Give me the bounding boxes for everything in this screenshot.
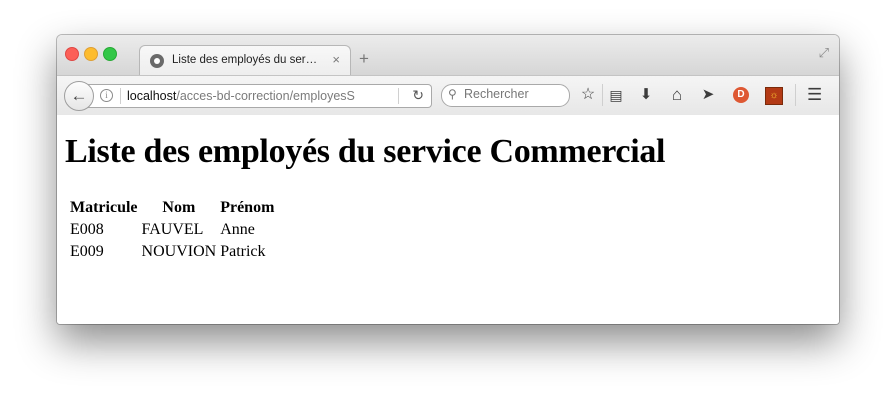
url-dropdown-separator (398, 88, 399, 104)
url-path: /acces-bd-correction/employesS (176, 89, 355, 103)
search-box[interactable]: ⚲ (441, 84, 570, 107)
toolbar-separator (795, 84, 796, 106)
back-button[interactable]: ← (64, 81, 94, 111)
duckduckgo-icon[interactable]: D (733, 87, 749, 103)
window-minimize-button[interactable] (84, 47, 98, 61)
reading-list-icon[interactable]: ▤ (605, 85, 627, 105)
reload-icon[interactable]: ↻ (412, 87, 424, 104)
window-zoom-button[interactable] (103, 47, 117, 61)
navigation-toolbar: i localhost/acces-bd-correction/employes… (57, 75, 839, 116)
url-host: localhost (127, 89, 177, 103)
title-bar: Liste des employés du ser… × + ⤢ (57, 35, 839, 77)
url-separator (120, 88, 121, 104)
column-header-nom: Nom (162, 199, 196, 216)
toolbar-separator (602, 84, 603, 106)
url-text[interactable]: localhost/acces-bd-correction/employesS (127, 89, 367, 103)
table-row: E009 NOUVION Patrick (69, 242, 275, 262)
tab-active[interactable]: Liste des employés du ser… × (139, 45, 351, 77)
cell-prenom: Patrick (220, 243, 266, 260)
browser-window: Liste des employés du ser… × + ⤢ i local… (57, 35, 839, 324)
extension-icon[interactable]: ☼ (765, 87, 783, 105)
url-bar[interactable]: i localhost/acces-bd-correction/employes… (83, 84, 432, 108)
tab-title: Liste des employés du ser… (172, 54, 318, 66)
fullscreen-icon[interactable]: ⤢ (819, 45, 829, 61)
send-icon[interactable]: ➤ (697, 85, 719, 105)
page-title: Liste des employés du service Commercial (65, 133, 666, 170)
tab-close-icon[interactable]: × (332, 52, 340, 67)
cell-matricule: E008 (70, 221, 104, 238)
cell-matricule: E009 (70, 243, 104, 260)
menu-icon[interactable]: ☰ (807, 85, 822, 105)
cell-nom: FAUVEL (141, 221, 204, 238)
column-header-prenom: Prénom (220, 199, 275, 216)
back-arrow-icon: ← (70, 86, 88, 105)
bookmark-star-icon[interactable]: ☆ (577, 85, 599, 105)
table-header-row: Matricule Nom Prénom (69, 198, 275, 218)
page-favicon-icon (150, 54, 164, 68)
column-header-matricule: Matricule (70, 199, 138, 216)
table-row: E008 FAUVEL Anne (69, 220, 275, 240)
new-tab-button[interactable]: + (359, 49, 369, 69)
employees-table: Matricule Nom Prénom E008 FAUVEL Anne E0… (67, 196, 277, 264)
window-close-button[interactable] (65, 47, 79, 61)
cell-nom: NOUVION (141, 243, 217, 260)
search-icon: ⚲ (448, 87, 457, 101)
info-icon[interactable]: i (100, 89, 113, 102)
download-icon[interactable]: ⬇ (635, 85, 657, 105)
cell-prenom: Anne (220, 221, 255, 238)
home-icon[interactable]: ⌂ (666, 85, 688, 105)
search-input[interactable] (464, 87, 564, 101)
page-content: Liste des employés du service Commercial… (57, 115, 839, 324)
